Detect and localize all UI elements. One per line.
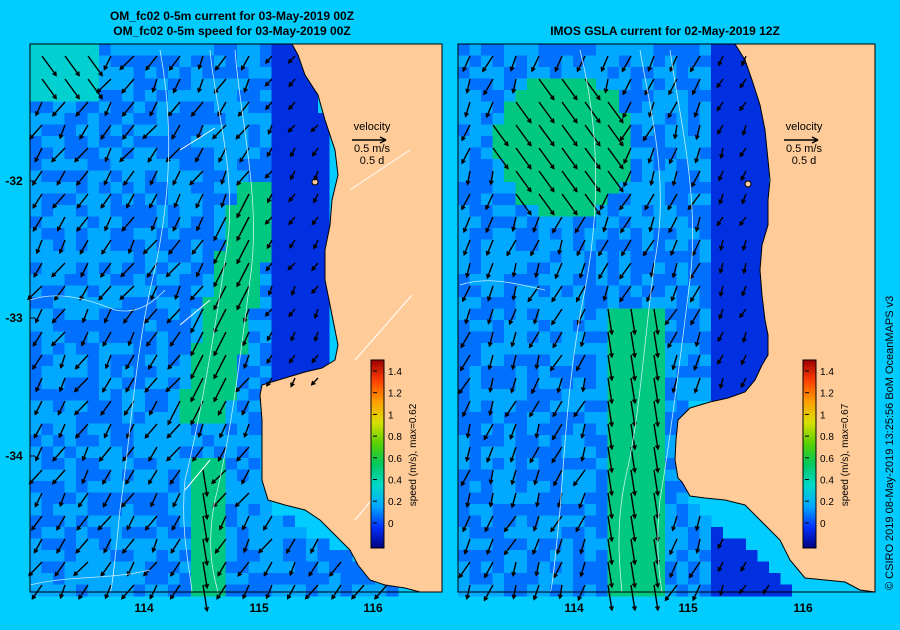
lat-tick-32: -32 [5,174,23,188]
colorbar-tick-label: 0.2 [820,497,834,508]
left-title-line1: OM_fc02 0-5m current for 03-May-2019 00Z [110,9,354,23]
colorbar-tick-label: 0 [820,519,826,530]
lat-tick-34: -34 [5,449,23,463]
ocean-current-map-figure: OM_fc02 0-5m current for 03-May-2019 00Z… [5,9,896,615]
colorbar-tick-label: 0 [388,519,394,530]
colorbar-tick-label: 0.4 [820,476,834,487]
right-island-rottnest [744,180,752,188]
left-velocity-label: velocity [354,121,391,133]
right-title: IMOS GSLA current for 02-May-2019 12Z [550,24,780,38]
lat-tick-33: -33 [5,311,23,325]
colorbar-tick-label: 1.2 [820,389,834,400]
lon-tick-right-115: 115 [678,601,698,615]
right-velocity-speed: 0.5 m/s [786,143,823,155]
credit-text: © CSIRO 2019 08-May-2019 13:25:56 BoM Oc… [884,296,896,590]
right-colorbar-label: speed (m/s), max=0.67 [840,403,851,506]
left-title-line2: OM_fc02 0-5m speed for 03-May-2019 00Z [113,24,350,38]
right-velocity-label: velocity [786,121,823,133]
lon-tick-left-115: 115 [249,601,269,615]
colorbar-tick-label: 1 [388,410,394,421]
colorbar-tick-label: 1.2 [388,389,402,400]
lon-tick-right-114: 114 [564,601,584,615]
right-map-panel: velocity 0.5 m/s 0.5 d 1.4 1.2 1 0.8 0.6 0.4 0… [457,43,876,612]
colorbar-tick-label: 0.6 [388,454,402,465]
right-velocity-time: 0.5 d [792,155,816,167]
colorbar-tick-label: 0.8 [388,432,402,443]
lon-tick-left-116: 116 [363,601,383,615]
colorbar-tick-label: 1.4 [388,367,402,378]
longitude-axis-right: 114 115 116 [564,601,813,615]
left-velocity-time: 0.5 d [360,155,384,167]
colorbar-tick-label: 0.8 [820,432,834,443]
left-colorbar-label: speed (m/s), max=0.62 [408,403,419,506]
lon-tick-left-114: 114 [134,601,154,615]
colorbar-tick-label: 1.4 [820,367,834,378]
lon-tick-right-116: 116 [793,601,813,615]
colorbar-tick-label: 0.2 [388,497,402,508]
colorbar-tick-label: 1 [820,410,826,421]
left-map-panel: velocity 0.5 m/s 0.5 d 1.4 1.2 1 0.8 0.6 0.4 0… [27,43,443,613]
colorbar-tick-label: 0.4 [388,476,402,487]
longitude-axis-left: 114 115 116 [134,601,383,615]
left-velocity-speed: 0.5 m/s [354,143,391,155]
colorbar-tick-label: 0.6 [820,454,834,465]
